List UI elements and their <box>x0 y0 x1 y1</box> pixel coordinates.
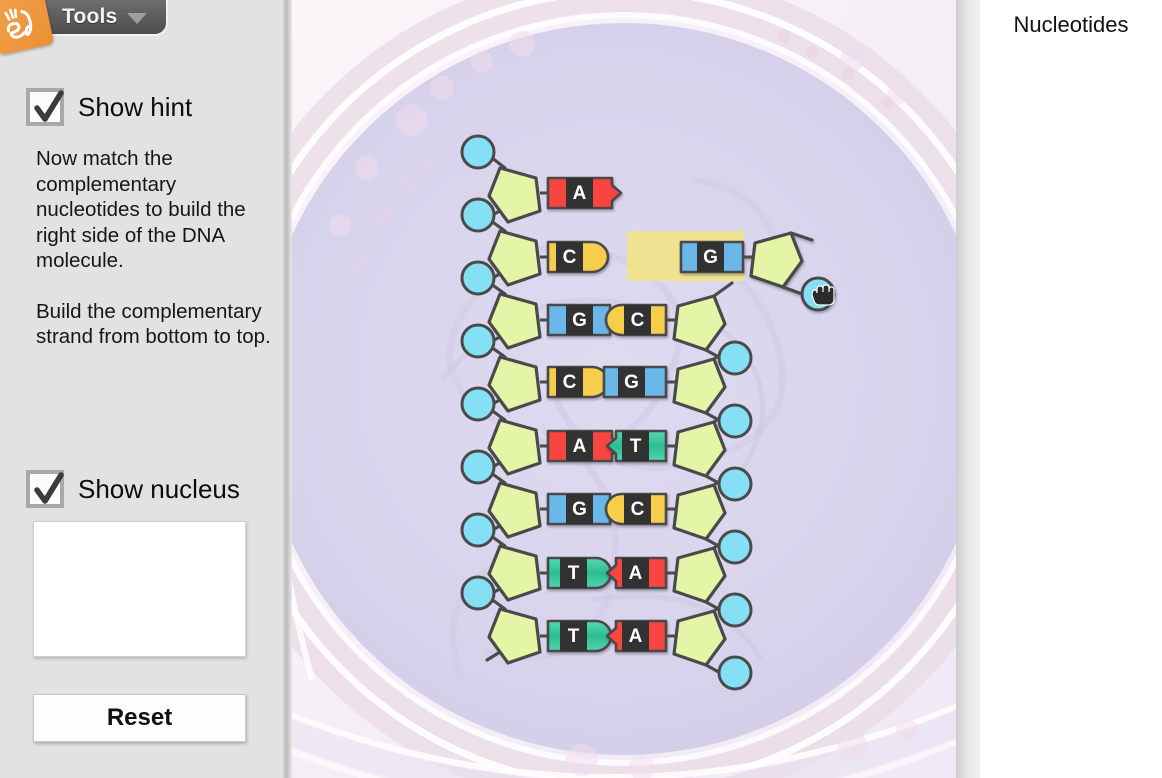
base-left-A-1[interactable]: A <box>546 176 623 210</box>
hint-paragraph-2: Build the complementary strand from bott… <box>36 299 271 349</box>
svg-text:T: T <box>568 626 580 647</box>
svg-text:G: G <box>572 310 587 331</box>
base-left-C-4[interactable]: C <box>546 365 610 399</box>
show-nucleus-row[interactable]: Show nucleus <box>26 470 240 508</box>
svg-text:C: C <box>563 247 577 268</box>
reset-button[interactable]: Reset <box>33 694 246 742</box>
svg-text:G: G <box>703 247 718 268</box>
nucleus-preview-box <box>33 521 246 657</box>
tools-sidebar: Tools Show hint Now match the complement <box>0 0 292 778</box>
hint-text: Now match the complementary nucleotides … <box>36 146 276 350</box>
base-left-T-7[interactable]: T <box>546 556 613 590</box>
base-right-A-7[interactable]: A <box>605 556 668 590</box>
svg-text:G: G <box>624 372 639 393</box>
svg-text:T: T <box>630 436 642 457</box>
base-left-T-8[interactable]: T <box>546 619 613 653</box>
base-right-C-6[interactable]: C <box>604 492 668 526</box>
nucleotides-panel: Nucleotides <box>980 0 1162 778</box>
hint-paragraph-1: Now match the complementary nucleotides … <box>36 147 246 272</box>
svg-text:C: C <box>631 499 645 520</box>
base-right-C-3[interactable]: C <box>604 303 668 337</box>
svg-text:A: A <box>629 626 643 647</box>
svg-text:G: G <box>572 499 587 520</box>
svg-text:C: C <box>563 372 577 393</box>
show-hint-label: Show hint <box>78 91 193 122</box>
phosphate-circle <box>460 134 496 611</box>
svg-text:A: A <box>573 183 587 204</box>
base-left-G-3[interactable]: G <box>546 303 612 337</box>
tools-label: Tools <box>62 5 118 28</box>
el-logo-icon[interactable] <box>0 0 55 56</box>
show-hint-row[interactable]: Show hint <box>26 88 192 126</box>
sidebar-divider <box>283 0 292 778</box>
svg-text:A: A <box>629 563 643 584</box>
chevron-down-icon <box>127 13 148 24</box>
base-left-C-2[interactable]: C <box>546 240 610 274</box>
show-nucleus-label: Show nucleus <box>78 473 240 504</box>
base-right-T-5[interactable]: T <box>605 429 668 463</box>
base-left-G-6[interactable]: G <box>546 492 612 526</box>
svg-text:A: A <box>573 436 587 457</box>
nucleotides-title: Nucleotides <box>1013 12 1129 37</box>
base-right-A-8[interactable]: A <box>605 619 668 653</box>
show-hint-checkbox[interactable] <box>26 88 64 126</box>
show-nucleus-checkbox[interactable] <box>26 470 64 508</box>
base-right-G-4[interactable]: G <box>602 365 668 399</box>
svg-text:T: T <box>568 563 580 584</box>
svg-text:C: C <box>631 310 645 331</box>
